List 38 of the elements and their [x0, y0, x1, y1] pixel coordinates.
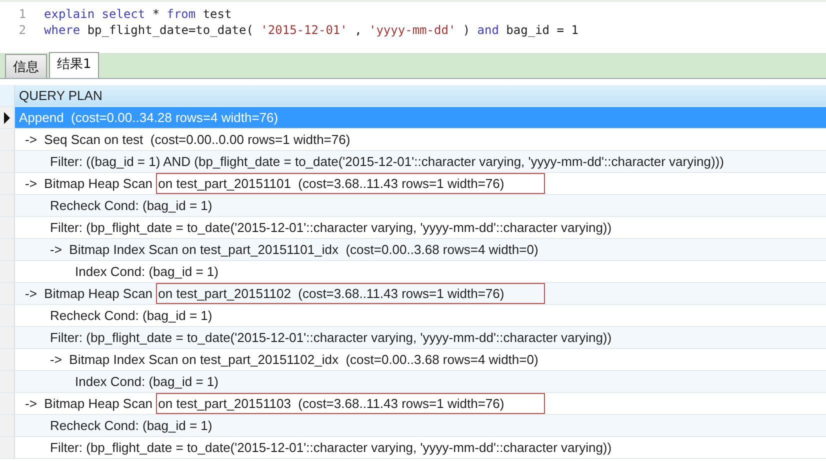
- plan-text: -> Bitmap Heap Scan: [25, 176, 154, 191]
- plan-text: Filter: (bp_flight_date = to_date('2015-12-01'::character varying, 'yyyy-mm-dd'::character varying)): [50, 440, 612, 455]
- plan-text: -> Bitmap Index Scan on test_part_20151101_idx (cost=0.00..3.68 rows=4 width=0): [50, 242, 538, 257]
- plan-text: Index Cond: (bag_id = 1): [75, 374, 218, 389]
- code-token: test: [202, 7, 232, 21]
- plan-text: Index Cond: (bag_id = 1): [75, 264, 218, 279]
- highlighted-text: on test_part_20151102 (cost=3.68..11.43 rows=1 width=76): [156, 283, 546, 304]
- code-token: '2015-12-01': [260, 23, 348, 37]
- line-number: 1: [18, 7, 27, 21]
- code-token: select: [102, 7, 146, 21]
- code-token: from: [166, 7, 196, 21]
- plan-text: Filter: ((bag_id = 1) AND (bp_flight_date = to_date('2015-12-01'::character varying, 'yyyy-mm-dd'::character varying))): [50, 154, 724, 169]
- plan-text: -> Bitmap Heap Scan: [25, 396, 154, 411]
- code-token: and: [477, 23, 499, 37]
- code-token: bp_flight_date=to_date(: [87, 23, 254, 37]
- code-token: 'yyyy-mm-dd': [368, 23, 456, 37]
- highlighted-text: on test_part_20151101 (cost=3.68..11.43 rows=1 width=76): [156, 173, 546, 194]
- plan-text: -> Bitmap Index Scan on test_part_20151102_idx (cost=0.00..3.68 rows=4 width=0): [50, 352, 538, 367]
- line-number: 2: [18, 23, 27, 37]
- plan-text: Append (cost=0.00..34.28 rows=4 width=76): [19, 110, 278, 125]
- plan-row[interactable]: Filter: (bp_flight_date = to_date('2015-12-01'::character varying, 'yyyy-mm-dd'::character varying)): [0, 437, 826, 459]
- code-token: *: [152, 7, 160, 21]
- code-token: where: [44, 23, 80, 37]
- code-token: bag_id = 1: [506, 23, 578, 37]
- code-token: explain: [44, 7, 95, 21]
- plan-text: Recheck Cond: (bag_id = 1): [50, 418, 212, 433]
- plan-text: Recheck Cond: (bag_id = 1): [50, 198, 212, 213]
- plan-text: Filter: (bp_flight_date = to_date('2015-12-01'::character varying, 'yyyy-mm-dd'::character varying)): [50, 330, 612, 345]
- tab[interactable]: 信息: [5, 54, 47, 78]
- plan-text: -> Bitmap Heap Scan: [25, 286, 154, 301]
- plan-text: Recheck Cond: (bag_id = 1): [50, 308, 212, 323]
- tab[interactable]: 结果1: [49, 52, 100, 78]
- highlighted-text: on test_part_20151103 (cost=3.68..11.43 rows=1 width=76): [156, 393, 546, 414]
- plan-text: -> Seq Scan on test (cost=0.00..0.00 rows=1 width=76): [25, 132, 350, 147]
- code-token: ): [462, 23, 470, 37]
- plan-text: Filter: (bp_flight_date = to_date('2015-12-01'::character varying, 'yyyy-mm-dd'::character varying)): [50, 220, 612, 235]
- column-header[interactable]: QUERY PLAN: [0, 85, 826, 107]
- code-token: ,: [354, 23, 362, 37]
